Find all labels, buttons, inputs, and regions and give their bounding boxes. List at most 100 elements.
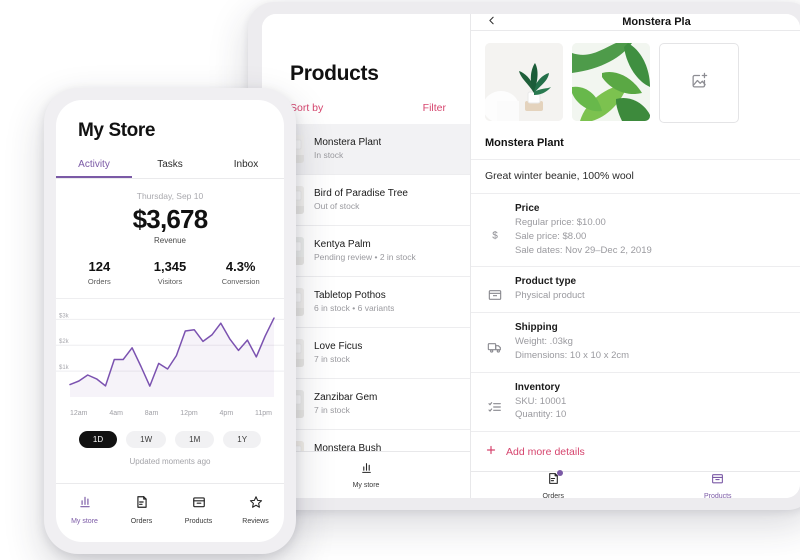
phone-nav-label: My store bbox=[71, 518, 98, 525]
stats-row: 124 Orders 1,345 Visitors 4.3% Conversion bbox=[56, 245, 284, 298]
stat-value: 124 bbox=[88, 259, 111, 274]
tab-tasks[interactable]: Tasks bbox=[132, 152, 208, 178]
detail-section-title: Product type bbox=[515, 276, 577, 288]
box-icon bbox=[487, 276, 503, 303]
range-button-1m[interactable]: 1M bbox=[175, 431, 215, 448]
plus-icon bbox=[485, 444, 497, 459]
phone-tab-bar[interactable]: Activity Tasks Inbox bbox=[56, 152, 284, 179]
svg-text:$1k: $1k bbox=[59, 365, 70, 371]
phone-nav-item-products[interactable]: Products bbox=[170, 495, 227, 525]
truck-icon bbox=[487, 322, 503, 363]
chart-x-axis: 12am 4am 8am 12pm 4pm 11pm bbox=[56, 408, 284, 417]
detail-product-name: Monstera Plant bbox=[471, 133, 800, 160]
detail-section-line: Physical product bbox=[515, 290, 585, 302]
tablet-screen: Products Sort by Filter Monstera Plant I… bbox=[262, 14, 800, 498]
product-status: 7 in stock bbox=[314, 354, 350, 365]
phone-screen: My Store Activity Tasks Inbox Thursday, Se… bbox=[56, 100, 284, 542]
tablet-detail-bottom-nav: Orders Products bbox=[471, 470, 800, 498]
add-more-details-button[interactable]: Add more details bbox=[471, 432, 800, 471]
product-name: Tabletop Pothos bbox=[314, 289, 386, 301]
detail-section-line: Sale dates: Nov 29–Dec 2, 2019 bbox=[515, 244, 652, 256]
image-plus-icon bbox=[691, 72, 708, 94]
sort-by-button[interactable]: Sort by bbox=[290, 102, 323, 114]
date-label: Thursday, Sep 10 bbox=[136, 191, 204, 201]
phone-nav-item-reviews[interactable]: Reviews bbox=[227, 495, 284, 525]
stat-label: Conversion bbox=[221, 277, 260, 286]
products-page-title: Products bbox=[290, 62, 379, 85]
detail-header: Monstera Pla bbox=[471, 14, 800, 31]
detail-section-row[interactable]: Shipping Weight: .03kg Dimensions: 10 x 10… bbox=[471, 313, 800, 373]
product-name: Monstera Plant bbox=[314, 136, 382, 148]
dollar-icon: $ bbox=[487, 203, 503, 257]
detail-section-line: Sale price: $8.00 bbox=[515, 230, 587, 242]
star-icon bbox=[249, 495, 263, 514]
receipt-icon bbox=[547, 470, 563, 490]
phone-nav-item-my-store[interactable]: My store bbox=[56, 495, 113, 525]
product-image-1[interactable] bbox=[485, 43, 563, 121]
detail-section-line: Weight: .03kg bbox=[515, 336, 573, 348]
range-button-1y[interactable]: 1Y bbox=[223, 431, 262, 448]
chart-x-tick: 12am bbox=[70, 410, 88, 417]
chart-x-tick: 11pm bbox=[254, 410, 272, 417]
product-name: Kentya Palm bbox=[314, 238, 371, 250]
product-name: Monstera Bush bbox=[314, 442, 382, 451]
svg-text:$3k: $3k bbox=[59, 313, 70, 319]
tablet-nav-item-orders[interactable]: Orders bbox=[471, 470, 636, 498]
product-image-gallery bbox=[471, 31, 800, 133]
product-image-2[interactable] bbox=[572, 43, 650, 121]
add-image-button[interactable] bbox=[659, 43, 739, 123]
product-name: Bird of Paradise Tree bbox=[314, 187, 408, 199]
detail-sections: $ Price Regular price: $10.00 Sale price: … bbox=[471, 194, 800, 433]
list-check-icon bbox=[487, 382, 503, 423]
detail-section-row[interactable]: Inventory SKU: 10001 Quantity: 10 bbox=[471, 373, 800, 433]
tablet-nav-label-my-store: My store bbox=[352, 482, 380, 489]
stat-value: 1,345 bbox=[153, 259, 187, 274]
detail-section-row[interactable]: $ Price Regular price: $10.00 Sale price: … bbox=[471, 194, 800, 268]
detail-header-title: Monstera Pla bbox=[622, 16, 691, 28]
revenue-chart: $1k $2k $3k 12am 4am 8am 12pm 4pm 11pm bbox=[56, 298, 284, 421]
product-status: In stock bbox=[314, 150, 344, 161]
stat-conversion: 4.3% Conversion bbox=[205, 259, 276, 286]
detail-section-line: Dimensions: 10 x 10 x 2cm bbox=[515, 349, 630, 361]
product-status: 6 in stock • 6 variants bbox=[314, 303, 395, 314]
stat-label: Orders bbox=[87, 277, 111, 286]
tab-inbox[interactable]: Inbox bbox=[208, 152, 284, 178]
product-detail-panel: Monstera Pla Monstera Plant Great winter… bbox=[471, 14, 800, 498]
tablet-nav-item-products[interactable]: Products bbox=[636, 472, 800, 498]
detail-section-row[interactable]: Product type Physical product bbox=[471, 267, 800, 314]
product-status: 7 in stock bbox=[314, 405, 350, 416]
chart-x-tick: 8am bbox=[144, 410, 159, 417]
stat-visitors: 1,345 Visitors bbox=[135, 259, 206, 286]
stat-label: Visitors bbox=[157, 277, 183, 286]
svg-text:$2k: $2k bbox=[59, 339, 70, 345]
range-button-1w[interactable]: 1W bbox=[126, 431, 167, 448]
product-name: Zanzibar Gem bbox=[314, 391, 378, 403]
range-button-1d[interactable]: 1D bbox=[78, 431, 118, 448]
detail-section-title: Shipping bbox=[515, 322, 558, 334]
phone-nav-label: Reviews bbox=[242, 518, 269, 525]
receipt-icon bbox=[135, 495, 149, 514]
product-status: Pending review • 2 in stock bbox=[314, 252, 416, 263]
detail-section-title: Inventory bbox=[515, 381, 561, 393]
phone-bottom-nav[interactable]: My store Orders Products Reviews bbox=[56, 483, 284, 542]
phone-nav-item-orders[interactable]: Orders bbox=[113, 495, 170, 525]
svg-text:$: $ bbox=[492, 230, 498, 241]
detail-section-line: SKU: 10001 bbox=[515, 395, 567, 407]
product-name: Love Ficus bbox=[314, 340, 363, 352]
tablet-nav-label-orders: Orders bbox=[542, 493, 564, 498]
detail-section-line: Regular price: $10.00 bbox=[515, 217, 606, 228]
box-icon bbox=[711, 472, 724, 490]
revenue-value: $3,678 bbox=[132, 204, 209, 234]
detail-product-description: Great winter beanie, 100% wool bbox=[471, 160, 800, 194]
filter-button[interactable]: Filter bbox=[423, 102, 446, 114]
tablet-nav-label-products: Products bbox=[703, 493, 732, 498]
time-range-buttons[interactable]: 1D 1W 1M 1Y bbox=[56, 421, 284, 448]
phone-nav-label: Orders bbox=[130, 518, 153, 525]
stat-orders: 124 Orders bbox=[64, 259, 135, 286]
revenue-chart-svg: $1k $2k $3k bbox=[56, 313, 284, 397]
stat-value: 4.3% bbox=[225, 259, 256, 274]
bar-chart-icon bbox=[78, 495, 92, 514]
product-status: Out of stock bbox=[314, 201, 360, 212]
revenue-label: Revenue bbox=[153, 236, 187, 245]
tab-activity[interactable]: Activity bbox=[56, 152, 132, 178]
